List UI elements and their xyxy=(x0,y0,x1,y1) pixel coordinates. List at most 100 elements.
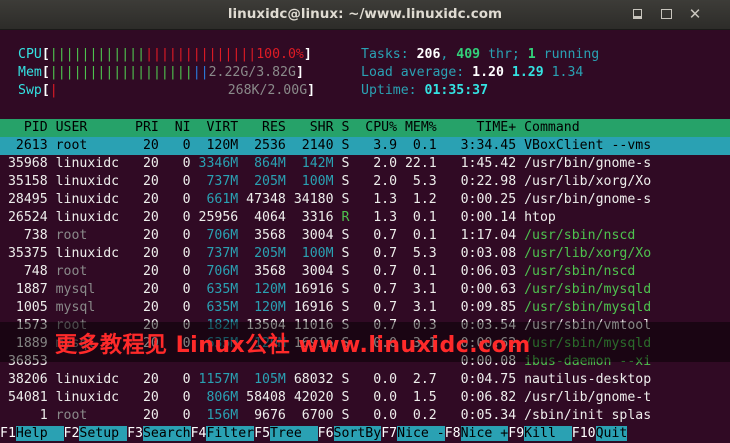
cell-cpu: 0.0 xyxy=(349,408,398,423)
fkey-f2[interactable]: F2 xyxy=(63,426,80,441)
cell-virt: 635M xyxy=(190,300,239,315)
cell-mem: 1.2 xyxy=(397,192,437,207)
table-row[interactable]: 35968 linuxidc 20 0 3346M 864M 142M S 2.… xyxy=(0,155,730,173)
cell-res: 205M xyxy=(238,174,286,189)
column-header-virt[interactable]: VIRT xyxy=(191,120,238,135)
cell-pri: 20 xyxy=(127,282,159,297)
table-row[interactable]: 35158 linuxidc 20 0 737M 205M 100M S 2.0… xyxy=(0,173,730,191)
column-header-shr[interactable]: SHR xyxy=(286,120,334,135)
column-header-pri[interactable]: PRI xyxy=(127,120,159,135)
fkey-f9[interactable]: F9 xyxy=(508,426,525,441)
fkey-label-f3[interactable]: Search xyxy=(142,426,191,441)
fkey-label-f6[interactable]: SortBy xyxy=(333,426,382,441)
fkey-label-f2[interactable]: Setup xyxy=(79,426,128,441)
column-header-cpu[interactable]: CPU% xyxy=(349,120,397,135)
fkey-label-f10[interactable]: Quit xyxy=(595,426,628,441)
cell-ni: 0 xyxy=(158,192,191,207)
cell-virt: 737M xyxy=(190,174,239,189)
table-row[interactable]: 54081 linuxidc 20 0 806M 58408 42020 S 0… xyxy=(0,389,730,407)
process-table-header[interactable]: PID USER PRI NI VIRT RES SHR S CPU% MEM%… xyxy=(0,119,730,137)
fkey-f5[interactable]: F5 xyxy=(254,426,271,441)
cell-state: S xyxy=(333,408,350,423)
cell-pid: 35375 xyxy=(0,246,48,261)
fkey-f3[interactable]: F3 xyxy=(127,426,143,441)
cell-time: 0:22.98 xyxy=(436,174,517,189)
fkey-f10[interactable]: F10 xyxy=(571,426,596,441)
cell-pid: 38206 xyxy=(0,372,48,387)
cell-state: S xyxy=(333,282,350,297)
minimize-icon[interactable] xyxy=(630,7,646,22)
cell-cpu: 0.7 xyxy=(349,300,398,315)
column-header-user[interactable]: USER xyxy=(56,120,127,135)
cell-state: S xyxy=(333,264,350,279)
column-header-mem[interactable]: MEM% xyxy=(397,120,437,135)
table-row[interactable]: 35375 linuxidc 20 0 737M 205M 100M S 0.7… xyxy=(0,245,730,263)
fkey-label-f8[interactable]: Nice + xyxy=(460,426,509,441)
fkey-label-f5[interactable]: Tree xyxy=(270,426,318,441)
column-header-command[interactable]: Command xyxy=(524,120,659,135)
window-title: linuxidc@linux: ~/www.linuxidc.com xyxy=(227,6,503,22)
table-row-selected[interactable]: 2613 root 20 0 120M 2536 2140 S 3.9 0.1 … xyxy=(0,137,730,155)
table-row[interactable]: 1887 mysql 20 0 635M 120M 16916 S 0.7 3.… xyxy=(0,281,730,299)
cell-virt: 706M xyxy=(190,228,239,243)
cell-command: /usr/lib/gnome-t xyxy=(524,390,660,405)
cell-state: S xyxy=(333,156,350,171)
cell-user: mysql xyxy=(55,300,128,315)
cell-cpu: 0.7 xyxy=(349,282,398,297)
cell-mem: 0.1 xyxy=(397,264,437,279)
watermark-text: 更多教程见 Linux公社 www.linuxidc.com xyxy=(55,333,531,358)
table-row[interactable]: 738 root 20 0 706M 3568 3004 S 0.7 0.1 1… xyxy=(0,227,730,245)
swp-label: Swp xyxy=(18,83,42,98)
cell-ni: 0 xyxy=(158,300,191,315)
cell-mem: 3.1 xyxy=(397,300,437,315)
table-row[interactable]: 38206 linuxidc 20 0 1157M 105M 68032 S 0… xyxy=(0,371,730,389)
table-row[interactable]: 1005 mysql 20 0 635M 120M 16916 S 0.7 3.… xyxy=(0,299,730,317)
fkey-f6[interactable]: F6 xyxy=(317,426,334,441)
cell-ni: 0 xyxy=(158,264,191,279)
swp-value: 268K/2.00G xyxy=(227,83,308,98)
table-row[interactable]: 1 root 20 0 156M 9676 6700 S 0.0 0.2 0:0… xyxy=(0,407,730,425)
table-row[interactable]: 26524 linuxidc 20 0 25956 4064 3316 R 1.… xyxy=(0,209,730,227)
cell-user: linuxidc xyxy=(55,246,128,261)
cell-virt: 3346M xyxy=(190,156,239,171)
cell-virt: 1157M xyxy=(190,372,239,387)
fkey-f4[interactable]: F4 xyxy=(190,426,207,441)
cell-pri: 20 xyxy=(127,246,159,261)
cell-command: /usr/bin/gnome-s xyxy=(524,156,660,171)
column-header-time[interactable]: TIME+ xyxy=(437,120,516,135)
cell-pri: 20 xyxy=(127,264,159,279)
cell-cpu: 0.0 xyxy=(349,372,398,387)
fkey-f1[interactable]: F1 xyxy=(0,426,16,441)
cell-state: S xyxy=(333,192,350,207)
column-header-state[interactable]: S xyxy=(334,120,349,135)
cell-cpu: 3.9 xyxy=(349,138,398,153)
fkey-f7[interactable]: F7 xyxy=(381,426,398,441)
table-row[interactable]: 28495 linuxidc 20 0 661M 47348 34180 S 1… xyxy=(0,191,730,209)
cell-cpu: 1.3 xyxy=(349,192,398,207)
cell-command: nautilus-desktop xyxy=(524,372,660,387)
cell-res: 3568 xyxy=(238,264,286,279)
table-row[interactable]: 748 root 20 0 706M 3568 3004 S 0.7 0.1 0… xyxy=(0,263,730,281)
column-header-pid[interactable]: PID xyxy=(0,120,48,135)
cell-pri: 20 xyxy=(127,228,159,243)
fkey-f8[interactable]: F8 xyxy=(444,426,461,441)
fkey-label-f9[interactable]: Kill xyxy=(524,426,572,441)
column-header-ni[interactable]: NI xyxy=(159,120,191,135)
mem-label: Mem xyxy=(18,65,42,80)
cell-command: /usr/sbin/mysqld xyxy=(524,282,660,297)
cell-virt: 120M xyxy=(190,138,239,153)
cell-ni: 0 xyxy=(158,138,191,153)
fkey-label-f7[interactable]: Nice - xyxy=(397,426,445,441)
fkey-label-f4[interactable]: Filter xyxy=(206,426,255,441)
window-titlebar[interactable]: linuxidc@linux: ~/www.linuxidc.com ✕ xyxy=(0,0,730,30)
cell-pri: 20 xyxy=(127,174,159,189)
close-icon[interactable]: ✕ xyxy=(687,7,703,22)
cell-user: linuxidc xyxy=(55,192,128,207)
cell-shr: 100M xyxy=(285,174,334,189)
terminal-area[interactable]: CPU[||||||||||||||||||||||||||100.0%] Me… xyxy=(0,29,730,443)
function-key-bar[interactable]: F1Help F2Setup F3SearchF4FilterF5Tree F6… xyxy=(0,425,730,443)
fkey-label-f1[interactable]: Help xyxy=(15,426,64,441)
cell-mem: 3.1 xyxy=(397,282,437,297)
column-header-res[interactable]: RES xyxy=(238,120,286,135)
maximize-icon[interactable] xyxy=(659,7,675,22)
